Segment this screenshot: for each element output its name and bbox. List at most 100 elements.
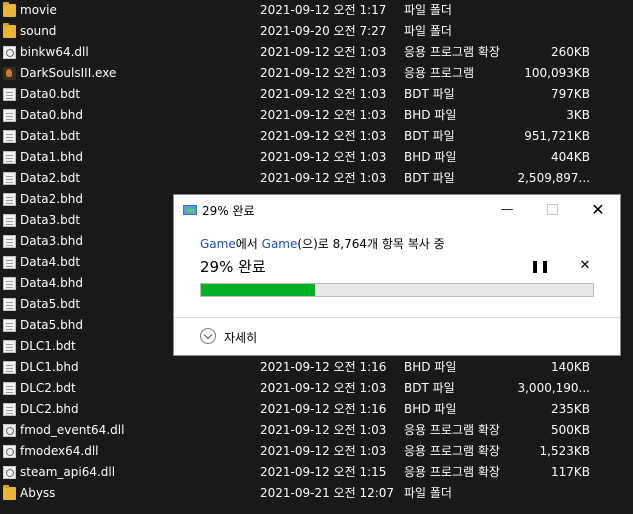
file-type: BDT 파일 xyxy=(404,129,455,143)
file-type: BHD 파일 xyxy=(404,108,457,122)
file-row[interactable]: DLC1.bhd 2021-09-12 오전 1:16 BHD 파일 140KB xyxy=(0,357,633,378)
file-name: DarkSoulsIII.exe xyxy=(20,66,117,80)
file-icon xyxy=(3,319,16,332)
progress-fill xyxy=(201,284,315,296)
file-name: Data0.bhd xyxy=(20,108,83,122)
file-name: Data2.bhd xyxy=(20,192,83,206)
file-size: 117KB xyxy=(550,465,590,479)
file-name: DLC2.bdt xyxy=(20,381,76,395)
folder-icon xyxy=(3,23,16,38)
file-size: 2,509,897... xyxy=(517,171,590,185)
copy-progress-dialog: 29% 완료 — ✕ Game에서 Game(으)로 8,764개 항목 복사 … xyxy=(173,194,621,356)
file-date: 2021-09-12 오전 1:15 xyxy=(260,465,387,479)
file-name: sound xyxy=(20,24,57,38)
file-name: Data1.bhd xyxy=(20,150,83,164)
dest-suffix-text: (으)로 8,764개 항목 복사 중 xyxy=(297,237,445,251)
file-icon xyxy=(3,298,16,311)
file-type: 응용 프로그램 확장 xyxy=(404,423,500,437)
file-size: 797KB xyxy=(550,87,590,101)
file-date: 2021-09-12 오전 1:03 xyxy=(260,87,387,101)
close-button[interactable]: ✕ xyxy=(575,195,621,225)
dll-icon xyxy=(3,466,16,479)
file-row[interactable]: binkw64.dll 2021-09-12 오전 1:03 응용 프로그램 확장 2… xyxy=(0,42,633,63)
folder-icon xyxy=(3,2,16,17)
file-date: 2021-09-12 오전 1:03 xyxy=(260,45,387,59)
file-name: binkw64.dll xyxy=(20,45,89,59)
file-icon xyxy=(3,277,16,290)
file-date: 2021-09-20 오전 7:27 xyxy=(260,24,387,38)
file-type: BHD 파일 xyxy=(404,150,457,164)
source-folder-link[interactable]: Game xyxy=(200,237,236,251)
file-date: 2021-09-12 오전 1:16 xyxy=(260,360,387,374)
file-row[interactable]: DarkSoulsIII.exe 2021-09-12 오전 1:03 응용 프로그… xyxy=(0,63,633,84)
dest-folder-link[interactable]: Game xyxy=(262,237,298,251)
file-row[interactable]: Abyss 2021-09-21 오전 12:07 파일 폴더 xyxy=(0,483,633,504)
file-type: 파일 폴더 xyxy=(404,24,452,38)
percent-complete-label: 29% 완료 xyxy=(200,258,266,276)
file-type: 응용 프로그램 확장 xyxy=(404,465,500,479)
progress-bar xyxy=(200,283,594,297)
minimize-button[interactable]: — xyxy=(484,195,530,225)
file-name: steam_api64.dll xyxy=(20,465,116,479)
dialog-titlebar[interactable]: 29% 완료 — ✕ xyxy=(174,195,620,225)
file-name: Data0.bdt xyxy=(20,87,81,101)
file-row[interactable]: Data0.bhd 2021-09-12 오전 1:03 BHD 파일 3KB xyxy=(0,105,633,126)
divider xyxy=(174,317,620,318)
maximize-icon xyxy=(546,204,558,215)
file-icon xyxy=(3,214,16,227)
file-row[interactable]: DLC2.bdt 2021-09-12 오전 1:03 BDT 파일 3,000,19… xyxy=(0,378,633,399)
file-row[interactable]: sound 2021-09-20 오전 7:27 파일 폴더 xyxy=(0,21,633,42)
file-icon xyxy=(3,88,16,101)
file-name: Data1.bdt xyxy=(20,129,81,143)
copy-icon xyxy=(183,205,197,215)
cancel-icon: ✕ xyxy=(579,258,591,273)
file-size: 3KB xyxy=(566,108,590,122)
file-row[interactable]: steam_api64.dll 2021-09-12 오전 1:15 응용 프로그램… xyxy=(0,462,633,483)
file-icon xyxy=(3,172,16,185)
file-size: 951,721KB xyxy=(524,129,590,143)
more-details-label: 자세히 xyxy=(224,331,258,345)
file-icon xyxy=(3,382,16,395)
folder-icon xyxy=(3,485,16,500)
file-row[interactable]: fmod_event64.dll 2021-09-12 오전 1:03 응용 프로그… xyxy=(0,420,633,441)
file-icon xyxy=(3,193,16,206)
file-date: 2021-09-12 오전 1:03 xyxy=(260,66,387,80)
minimize-icon: — xyxy=(500,202,514,217)
file-date: 2021-09-12 오전 1:16 xyxy=(260,402,387,416)
file-icon xyxy=(3,109,16,122)
file-name: Data5.bdt xyxy=(20,297,81,311)
file-row[interactable]: movie 2021-09-12 오전 1:17 파일 폴더 xyxy=(0,0,633,21)
file-date: 2021-09-12 오전 1:03 xyxy=(260,423,387,437)
file-date: 2021-09-12 오전 1:03 xyxy=(260,108,387,122)
file-icon xyxy=(3,151,16,164)
file-row[interactable]: Data0.bdt 2021-09-12 오전 1:03 BDT 파일 797KB xyxy=(0,84,633,105)
cancel-button[interactable]: ✕ xyxy=(577,258,593,274)
pause-icon: ❚❚ xyxy=(530,259,551,273)
file-type: BDT 파일 xyxy=(404,87,455,101)
file-name: Abyss xyxy=(20,486,56,500)
file-row[interactable]: fmodex64.dll 2021-09-12 오전 1:03 응용 프로그램 확장… xyxy=(0,441,633,462)
file-row[interactable]: DLC2.bhd 2021-09-12 오전 1:16 BHD 파일 235KB xyxy=(0,399,633,420)
close-icon: ✕ xyxy=(591,200,605,219)
dll-icon xyxy=(3,445,16,458)
file-size: 100,093KB xyxy=(524,66,590,80)
file-date: 2021-09-21 오전 12:07 xyxy=(260,486,395,500)
file-date: 2021-09-12 오전 1:03 xyxy=(260,381,387,395)
pause-button[interactable]: ❚❚ xyxy=(530,258,550,274)
file-icon xyxy=(3,256,16,269)
file-name: fmodex64.dll xyxy=(20,444,99,458)
dll-icon xyxy=(3,46,16,59)
file-row[interactable]: Data1.bdt 2021-09-12 오전 1:03 BDT 파일 951,721… xyxy=(0,126,633,147)
file-type: BDT 파일 xyxy=(404,381,455,395)
dialog-title: 29% 완료 xyxy=(202,204,255,218)
file-size: 140KB xyxy=(550,360,590,374)
file-row[interactable]: Data1.bhd 2021-09-12 오전 1:03 BHD 파일 404KB xyxy=(0,147,633,168)
maximize-button xyxy=(529,195,575,225)
file-name: fmod_event64.dll xyxy=(20,423,125,437)
file-row[interactable]: Data2.bdt 2021-09-12 오전 1:03 BDT 파일 2,509,8… xyxy=(0,168,633,189)
from-text: 에서 xyxy=(235,237,262,251)
file-icon xyxy=(3,361,16,374)
file-name: Data3.bdt xyxy=(20,213,81,227)
file-name: DLC1.bhd xyxy=(20,360,79,374)
file-date: 2021-09-12 오전 1:03 xyxy=(260,171,387,185)
